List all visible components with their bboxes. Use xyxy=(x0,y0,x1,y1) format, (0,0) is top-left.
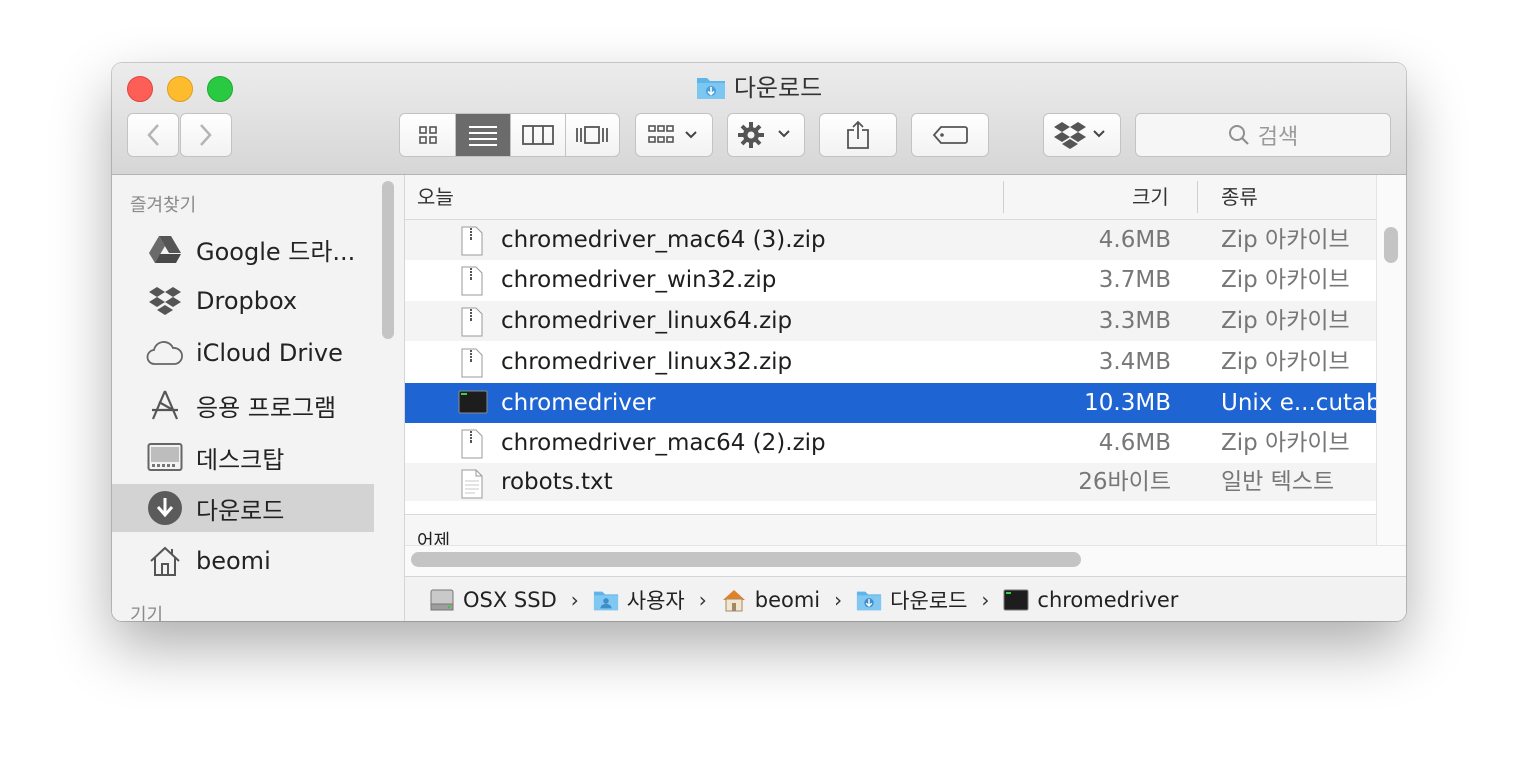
column-view-button[interactable] xyxy=(511,114,566,156)
path-separator-icon: › xyxy=(698,587,707,612)
path-separator-icon: › xyxy=(981,587,990,612)
gear-icon xyxy=(738,122,790,148)
file-row[interactable]: chromedriver_mac64 (3).zip 4.6MB Zip 아카이… xyxy=(405,220,1376,260)
dropbox-menu-button[interactable] xyxy=(1043,113,1121,157)
window-title: 다운로드 xyxy=(112,73,1406,107)
column-divider[interactable] xyxy=(1003,181,1004,213)
hard-drive-icon xyxy=(429,587,455,613)
sidebar-favorites-header: 즐겨찾기 xyxy=(130,195,197,216)
column-header-name[interactable]: 오늘 xyxy=(417,175,454,219)
terminal-exec-icon xyxy=(458,389,488,419)
zip-file-icon xyxy=(458,348,486,378)
file-row[interactable]: robots.txt 26바이트 일반 텍스트 xyxy=(405,463,1376,501)
grid-icon xyxy=(418,126,437,144)
arrange-icon xyxy=(648,125,697,143)
sidebar-devices-header: 기기 xyxy=(130,605,164,621)
path-crumb-osx-ssd[interactable]: OSX SSD xyxy=(429,587,557,613)
share-icon xyxy=(847,120,869,149)
zip-file-icon xyxy=(458,226,486,256)
tags-button[interactable] xyxy=(911,113,989,157)
sidebar-scrollbar[interactable] xyxy=(382,181,394,339)
view-mode-control xyxy=(399,113,620,157)
sidebar-item-google-drive[interactable]: Google 드라... xyxy=(112,225,374,273)
finder-window: 다운로드 검색 즐겨찾기 Google 드라... Dropbox iCloud… xyxy=(112,63,1406,621)
path-separator-icon: › xyxy=(834,587,843,612)
downloads-icon xyxy=(146,489,184,527)
google-drive-icon xyxy=(146,230,184,268)
tag-icon xyxy=(932,126,968,144)
share-button[interactable] xyxy=(819,113,897,157)
sidebar-item-applications[interactable]: 응용 프로그램 xyxy=(112,381,374,429)
sidebar-item-home[interactable]: beomi xyxy=(112,537,374,585)
zip-file-icon xyxy=(458,266,486,296)
search-icon xyxy=(1228,125,1249,145)
arrange-menu-button[interactable] xyxy=(635,113,713,157)
search-field[interactable]: 검색 xyxy=(1135,113,1391,157)
path-crumb-users[interactable]: 사용자 xyxy=(593,585,685,615)
downloads-folder-icon xyxy=(696,74,726,107)
forward-button[interactable] xyxy=(180,113,232,157)
column-divider[interactable] xyxy=(1197,181,1198,213)
file-row[interactable]: chromedriver_mac64 (2).zip 4.6MB Zip 아카이… xyxy=(405,423,1376,463)
column-header-bar: 오늘 크기 종류 xyxy=(405,175,1376,220)
path-crumb-chromedriver[interactable]: chromedriver xyxy=(1003,587,1178,613)
vertical-scrollbar[interactable] xyxy=(1384,227,1398,263)
zip-file-icon xyxy=(458,429,486,459)
icon-view-button[interactable] xyxy=(400,114,457,156)
file-row[interactable]: chromedriver_linux32.zip 3.4MB Zip 아카이브 xyxy=(405,342,1376,382)
path-separator-icon: › xyxy=(570,587,579,612)
sidebar-item-downloads[interactable]: 다운로드 xyxy=(112,484,374,532)
dropbox-icon xyxy=(1054,122,1105,149)
horizontal-scrollbar[interactable] xyxy=(411,552,1081,567)
text-file-icon xyxy=(458,469,486,499)
list-icon xyxy=(469,126,498,146)
list-view-button[interactable] xyxy=(456,114,512,156)
path-crumb-home[interactable]: beomi xyxy=(721,587,820,613)
zip-file-icon xyxy=(458,307,486,337)
downloads-folder-icon xyxy=(856,587,882,613)
file-row[interactable]: chromedriver_linux64.zip 3.3MB Zip 아카이브 xyxy=(405,301,1376,341)
sidebar-item-icloud-drive[interactable]: iCloud Drive xyxy=(112,329,374,377)
sidebar: 즐겨찾기 Google 드라... Dropbox iCloud Drive 응… xyxy=(112,175,405,621)
file-row[interactable]: chromedriver_win32.zip 3.7MB Zip 아카이브 xyxy=(405,260,1376,300)
gallery-view-button[interactable] xyxy=(566,114,619,156)
home-icon xyxy=(721,587,747,613)
path-crumb-downloads[interactable]: 다운로드 xyxy=(856,585,967,615)
users-folder-icon xyxy=(593,587,619,613)
home-icon xyxy=(146,542,184,580)
file-list: 오늘 크기 종류 chromedriver_mac64 (3).zip 4.6M… xyxy=(405,175,1406,621)
applications-icon xyxy=(146,386,184,424)
back-button[interactable] xyxy=(127,113,179,157)
dropbox-icon xyxy=(146,282,184,320)
sidebar-item-dropbox[interactable]: Dropbox xyxy=(112,277,374,325)
path-bar: OSX SSD › 사용자 › beomi › 다운로드 › chromedri… xyxy=(405,576,1406,621)
search-placeholder: 검색 xyxy=(1257,125,1299,150)
coverflow-icon xyxy=(576,126,609,144)
group-header-yesterday: 어제 xyxy=(405,514,1376,545)
desktop-icon xyxy=(146,438,184,476)
column-header-size[interactable]: 크기 xyxy=(1132,175,1169,219)
icloud-icon xyxy=(146,334,184,372)
columns-icon xyxy=(522,125,555,145)
action-menu-button[interactable] xyxy=(727,113,805,157)
terminal-exec-icon xyxy=(1003,587,1029,613)
column-header-kind[interactable]: 종류 xyxy=(1221,175,1258,219)
titlebar: 다운로드 검색 xyxy=(112,63,1406,175)
file-row-selected[interactable]: chromedriver 10.3MB Unix e...cutab xyxy=(405,383,1376,423)
sidebar-item-desktop[interactable]: 데스크탑 xyxy=(112,433,374,481)
